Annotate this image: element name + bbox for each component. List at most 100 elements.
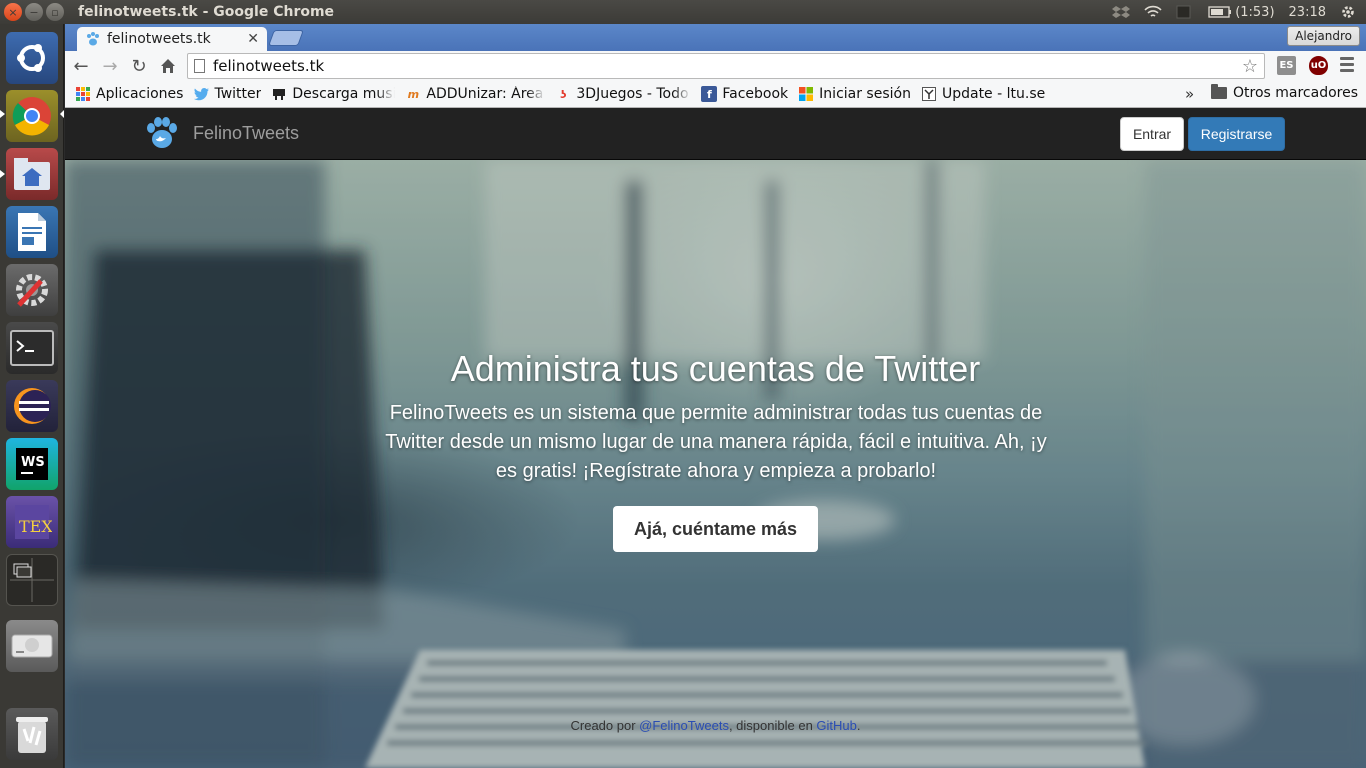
address-bar[interactable]: felinotweets.tk ☆	[187, 53, 1265, 79]
github-link[interactable]: GitHub	[816, 718, 856, 733]
new-tab-button[interactable]	[268, 30, 304, 46]
trash-icon	[16, 717, 48, 753]
maximize-window-button[interactable]: ▫	[46, 3, 64, 21]
ltu-site-icon	[921, 86, 937, 102]
footer-prefix: Creado por	[570, 718, 640, 733]
eclipse-icon	[14, 388, 51, 424]
tab-close-icon[interactable]: ✕	[247, 31, 259, 47]
terminal-icon	[10, 330, 54, 366]
unity-launcher: WS TEX	[0, 24, 64, 768]
top-panel: × − ▫ felinotweets.tk - Google Chrome (1…	[0, 0, 1366, 24]
back-button[interactable]: ←	[68, 53, 94, 79]
browser-toolbar: ← → ↻ felinotweets.tk ☆ ES uO	[65, 51, 1366, 81]
microsoft-icon	[798, 86, 814, 102]
bookmark-label: ADDUnizar: Área	[426, 86, 544, 102]
tab-strip: felinotweets.tk ✕ Alejandro	[65, 24, 1366, 51]
chrome-menu-button[interactable]	[1340, 57, 1354, 75]
battery-indicator[interactable]: (1:53)	[1208, 4, 1275, 20]
tab-felinotweets[interactable]: felinotweets.tk ✕	[77, 27, 267, 51]
tab-title: felinotweets.tk	[107, 31, 211, 47]
workspaces-icon	[10, 558, 54, 602]
language-extension-icon[interactable]: ES	[1277, 56, 1296, 75]
keyboard-icon[interactable]	[1176, 5, 1194, 19]
apps-grid-icon	[75, 86, 91, 102]
ubuntu-logo-icon	[17, 44, 45, 72]
bookmark-label: Iniciar sesión	[819, 86, 911, 102]
footer-suffix: .	[856, 718, 861, 733]
bookmark-facebook[interactable]: f Facebook	[701, 86, 788, 102]
bookmark-addunizar[interactable]: m ADDUnizar: Área	[405, 86, 546, 102]
author-twitter-link[interactable]: @FelinoTweets	[639, 718, 729, 733]
battery-icon	[1208, 6, 1232, 18]
workspace-switcher-button[interactable]	[6, 554, 58, 606]
bookmark-label: Update - ltu.se	[941, 86, 1046, 102]
files-launcher-button[interactable]	[6, 148, 58, 200]
site-footer: Creado por @FelinoTweets, disponible en …	[65, 718, 1366, 733]
terminal-launcher-button[interactable]	[6, 322, 58, 374]
home-button[interactable]	[155, 53, 181, 79]
ublock-extension-icon[interactable]: uO	[1309, 56, 1328, 75]
profile-button[interactable]: Alejandro	[1287, 26, 1360, 46]
bookmarks-bar: Aplicaciones Twitter Descarga musica m A…	[65, 81, 1366, 108]
hard-drive-icon	[11, 634, 53, 658]
bookmark-iniciar-sesion[interactable]: Iniciar sesión	[798, 86, 911, 102]
settings-launcher-button[interactable]	[6, 264, 58, 316]
writer-launcher-button[interactable]	[6, 206, 58, 258]
folder-icon	[1210, 84, 1227, 99]
back-arrow-icon: ←	[73, 55, 89, 77]
bookmark-aplicaciones[interactable]: Aplicaciones	[75, 86, 183, 102]
clock[interactable]: 23:18	[1289, 5, 1326, 20]
trash-launcher-button[interactable]	[6, 708, 58, 760]
svg-text:WS: WS	[21, 455, 45, 470]
more-bookmarks-chevron-icon[interactable]: »	[1185, 85, 1194, 103]
bookmark-star-icon[interactable]: ☆	[1242, 56, 1258, 77]
forward-button[interactable]: →	[97, 53, 123, 79]
chrome-window: felinotweets.tk ✕ Alejandro ← → ↻ felino…	[65, 24, 1366, 768]
document-icon	[18, 213, 46, 251]
dropbox-icon[interactable]	[1112, 5, 1131, 19]
moodle-icon: m	[407, 87, 420, 101]
reload-icon: ↻	[131, 55, 147, 77]
hero-headline: Administra tus cuentas de Twitter	[450, 348, 981, 389]
running-indicator	[0, 170, 5, 178]
battery-time: (1:53)	[1235, 4, 1275, 20]
ubuntu-dash-button[interactable]	[6, 32, 58, 84]
settings-gear-icon	[16, 274, 48, 307]
bookmark-label: Facebook	[722, 86, 789, 102]
wifi-icon[interactable]	[1144, 5, 1162, 19]
forward-arrow-icon: →	[102, 55, 118, 77]
minimize-window-button[interactable]: −	[25, 3, 43, 21]
running-indicator	[0, 110, 5, 118]
texmaker-launcher-button[interactable]: TEX	[6, 496, 58, 548]
home-folder-icon	[14, 158, 50, 190]
webstorm-icon: WS	[16, 448, 48, 480]
bookmark-twitter[interactable]: Twitter	[193, 86, 261, 102]
svg-text:TEX: TEX	[19, 517, 52, 536]
download-site-icon	[271, 86, 287, 102]
window-title: felinotweets.tk - Google Chrome	[78, 4, 335, 20]
bookmark-update-ltu[interactable]: Update - ltu.se	[921, 86, 1045, 102]
session-gear-icon[interactable]	[1340, 4, 1356, 20]
bookmark-label: Twitter	[214, 86, 262, 102]
url-text: felinotweets.tk	[213, 57, 325, 75]
bookmark-3djuegos[interactable]: ʖ 3DJuegos - Todo	[555, 86, 692, 102]
hero-section: Administra tus cuentas de Twitter Felino…	[65, 160, 1366, 768]
page-icon	[194, 59, 205, 73]
paw-favicon-icon	[87, 32, 99, 46]
eclipse-launcher-button[interactable]	[6, 380, 58, 432]
window-controls: × − ▫	[4, 3, 64, 21]
site-brand[interactable]: FelinoTweets	[145, 117, 299, 149]
hero-description: FelinoTweets es un sistema que permite a…	[385, 402, 1047, 482]
chrome-launcher-button[interactable]	[6, 90, 58, 142]
close-window-button[interactable]: ×	[4, 3, 22, 21]
bookmark-label: 3DJuegos - Todo	[576, 86, 689, 102]
webstorm-launcher-button[interactable]: WS	[6, 438, 58, 490]
learn-more-button[interactable]: Ajá, cuéntame más	[613, 506, 818, 552]
bookmark-descarga-musica[interactable]: Descarga musica	[271, 86, 396, 102]
signup-button[interactable]: Registrarse	[1188, 117, 1285, 151]
other-bookmarks-folder[interactable]: Otros marcadores	[1210, 84, 1358, 101]
login-button[interactable]: Entrar	[1120, 117, 1184, 151]
twitter-bird-icon	[193, 86, 209, 102]
drive-launcher-button[interactable]	[6, 620, 58, 672]
reload-button[interactable]: ↻	[126, 53, 152, 79]
